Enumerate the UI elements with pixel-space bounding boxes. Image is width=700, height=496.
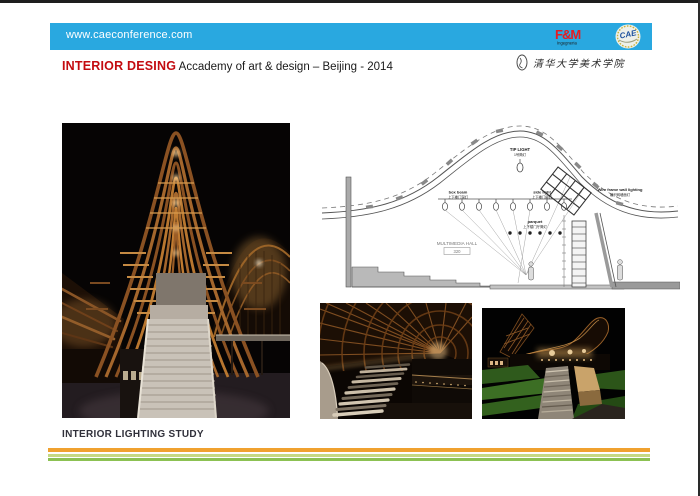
- title-emphasis: INTERIOR DESING: [62, 59, 176, 73]
- header-bar: www.caeconference.com F&M Ingegneria CAE: [50, 23, 652, 50]
- section-drawing-multimedia-hall: TIP LIGHT 1号筒灯 box beam 上下楼门洞灯 side ligh…: [320, 115, 680, 300]
- label-hall-capacity: 320: [454, 249, 462, 254]
- divider-orange: [48, 448, 650, 452]
- label-tip-light-cn: 1号筒灯: [514, 152, 527, 157]
- fm-logo-subtext: Ingegneria: [557, 41, 577, 46]
- site-url-link[interactable]: www.caeconference.com: [66, 29, 192, 41]
- academy-branding: 清华大学美术学院: [516, 54, 656, 71]
- title-rest: Accademy of art & design – Beijing - 201…: [176, 61, 393, 73]
- label-box-beam: box beam: [449, 190, 468, 195]
- footer-caption: INTERIOR LIGHTING STUDY: [62, 429, 204, 440]
- tsinghua-seal-icon: [516, 54, 528, 71]
- divider-light-green: [48, 454, 650, 457]
- slide: www.caeconference.com F&M Ingegneria CAE…: [0, 0, 700, 496]
- label-wall-light-cn: 编织网墙面灯: [610, 192, 631, 197]
- label-side-light-cn: 上下楼门廊灯: [532, 195, 553, 200]
- label-side-light: side light: [533, 190, 551, 195]
- label-tip-light: TIP LIGHT: [510, 147, 531, 152]
- academy-calligraphy-text: 清华大学美术学院: [533, 55, 625, 70]
- photo-main-wood-arch-interior: [62, 123, 290, 418]
- label-parquet-cn: 上下楼门厅筒灯: [523, 224, 547, 229]
- label-hall-name: MULTIMEDIA HALL: [437, 241, 478, 246]
- label-box-beam-cn: 上下楼门洞灯: [448, 195, 469, 200]
- photo-stair-under-wood-ceiling: [320, 303, 472, 419]
- window-top-border: [0, 0, 700, 3]
- label-wall-light: Wire frame wall lighting: [598, 187, 643, 192]
- divider-green: [48, 458, 650, 461]
- photo-exterior-night-view: [482, 308, 625, 419]
- label-parquet: parquet: [528, 219, 543, 224]
- cae-conference-logo-icon: CAE: [614, 24, 644, 49]
- fm-ingegneria-logo-icon: F&M Ingegneria: [554, 27, 592, 46]
- page-title: INTERIOR DESING Accademy of art & design…: [62, 57, 393, 75]
